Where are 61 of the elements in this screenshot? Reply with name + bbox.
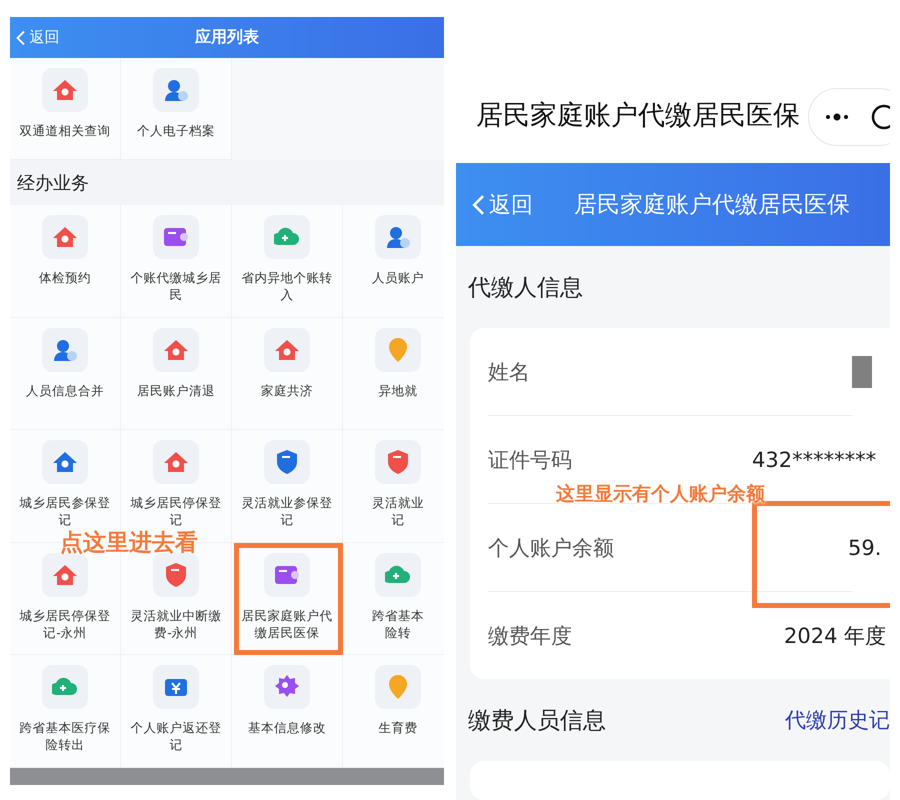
app-label: 跨省基本医疗保险转出 [19, 719, 111, 753]
app-grid-item[interactable]: 跨省基本医疗保险转出 [10, 655, 121, 768]
app-label: 省内异地个账转入 [241, 269, 333, 303]
app-grid-item[interactable]: 灵活就业记 [343, 430, 444, 542]
field-label: 证件号码 [488, 446, 572, 474]
app-grid-item[interactable]: 灵活就业参保登记 [232, 430, 343, 542]
annotation-text: 这里显示有个人账户余额 [556, 482, 765, 507]
app-label: 灵活就业记 [371, 494, 425, 528]
section-title: 经办业务 [10, 160, 444, 205]
app-grid-item[interactable]: 个人电子档案 [121, 58, 232, 160]
app-label: 灵活就业参保登记 [241, 494, 333, 528]
app-title: 居民家庭账户代缴居民医保 [476, 99, 800, 133]
app-grid-item[interactable]: 人员账户 [343, 205, 444, 318]
app-grid-item[interactable]: 人员信息合并 [10, 318, 121, 430]
app-grid-item[interactable]: 居民家庭账户代缴居民医保 [232, 542, 343, 655]
app-label: 个人电子档案 [137, 122, 215, 139]
screen-title: 居民家庭账户代缴居民医保 [574, 191, 850, 220]
app-grid-item[interactable]: 家庭共济 [232, 318, 343, 430]
app-grid-item[interactable]: 双通道相关查询 [10, 58, 121, 160]
app-label: 家庭共济 [261, 382, 313, 398]
field-label: 缴费年度 [488, 622, 572, 650]
app-grid-item[interactable]: 体检预约 [10, 205, 121, 318]
section-title: 代缴人信息 [467, 274, 584, 302]
app-label: 城乡居民停保登记-永州 [19, 606, 111, 640]
app-label: 人员信息合并 [26, 382, 104, 398]
app-label: 生育费 [378, 719, 418, 736]
back-chevron-icon [472, 194, 486, 216]
app-label: 人员账户 [372, 269, 424, 286]
capsule-menu[interactable] [808, 88, 890, 146]
field-label: 姓名 [488, 358, 530, 386]
field-value: 59. [848, 536, 882, 560]
app-label: 个账代缴城乡居民 [130, 269, 222, 303]
app-grid-item[interactable]: 异地就 [343, 318, 444, 430]
app-grid-item[interactable]: 基本信息修改 [232, 655, 343, 768]
app-label: 体检预约 [39, 269, 91, 286]
app-label: 异地就 [378, 382, 418, 398]
back-chevron-icon [16, 30, 26, 46]
history-link[interactable]: 代缴历史记 [785, 706, 890, 734]
app-label: 居民家庭账户代缴居民医保 [241, 606, 333, 640]
app-label: 基本信息修改 [248, 719, 326, 736]
app-label: 城乡居民停保登记 [130, 494, 222, 528]
app-grid-item[interactable]: 生育费 [343, 655, 444, 768]
masked-value [852, 356, 872, 388]
app-grid-item[interactable]: 省内异地个账转入 [232, 205, 343, 318]
field-value: 432******** [752, 448, 876, 472]
section-title-text: 缴费人员信息 [468, 706, 606, 736]
app-grid-item[interactable]: 个人账户返还登记 [121, 655, 232, 768]
app-label: 城乡居民参保登记 [19, 494, 111, 528]
app-label: 居民账户清退 [137, 382, 215, 398]
app-grid-item[interactable]: 跨省基本险转 [343, 542, 444, 655]
app-label: 跨省基本险转 [371, 606, 425, 640]
screen-title: 应用列表 [195, 27, 259, 48]
app-grid-item[interactable]: 个账代缴城乡居民 [121, 205, 232, 318]
select-field[interactable]: 2024 年度 [784, 622, 886, 650]
more-icon [825, 113, 849, 121]
app-label: 个人账户返还登记 [130, 719, 222, 753]
app-label: 灵活就业中断缴费-永州 [130, 606, 222, 640]
app-label: 双通道相关查询 [20, 122, 110, 139]
close-icon [871, 104, 890, 130]
field-label: 个人账户余额 [488, 534, 614, 562]
app-grid-item[interactable]: 居民账户清退 [121, 318, 232, 430]
